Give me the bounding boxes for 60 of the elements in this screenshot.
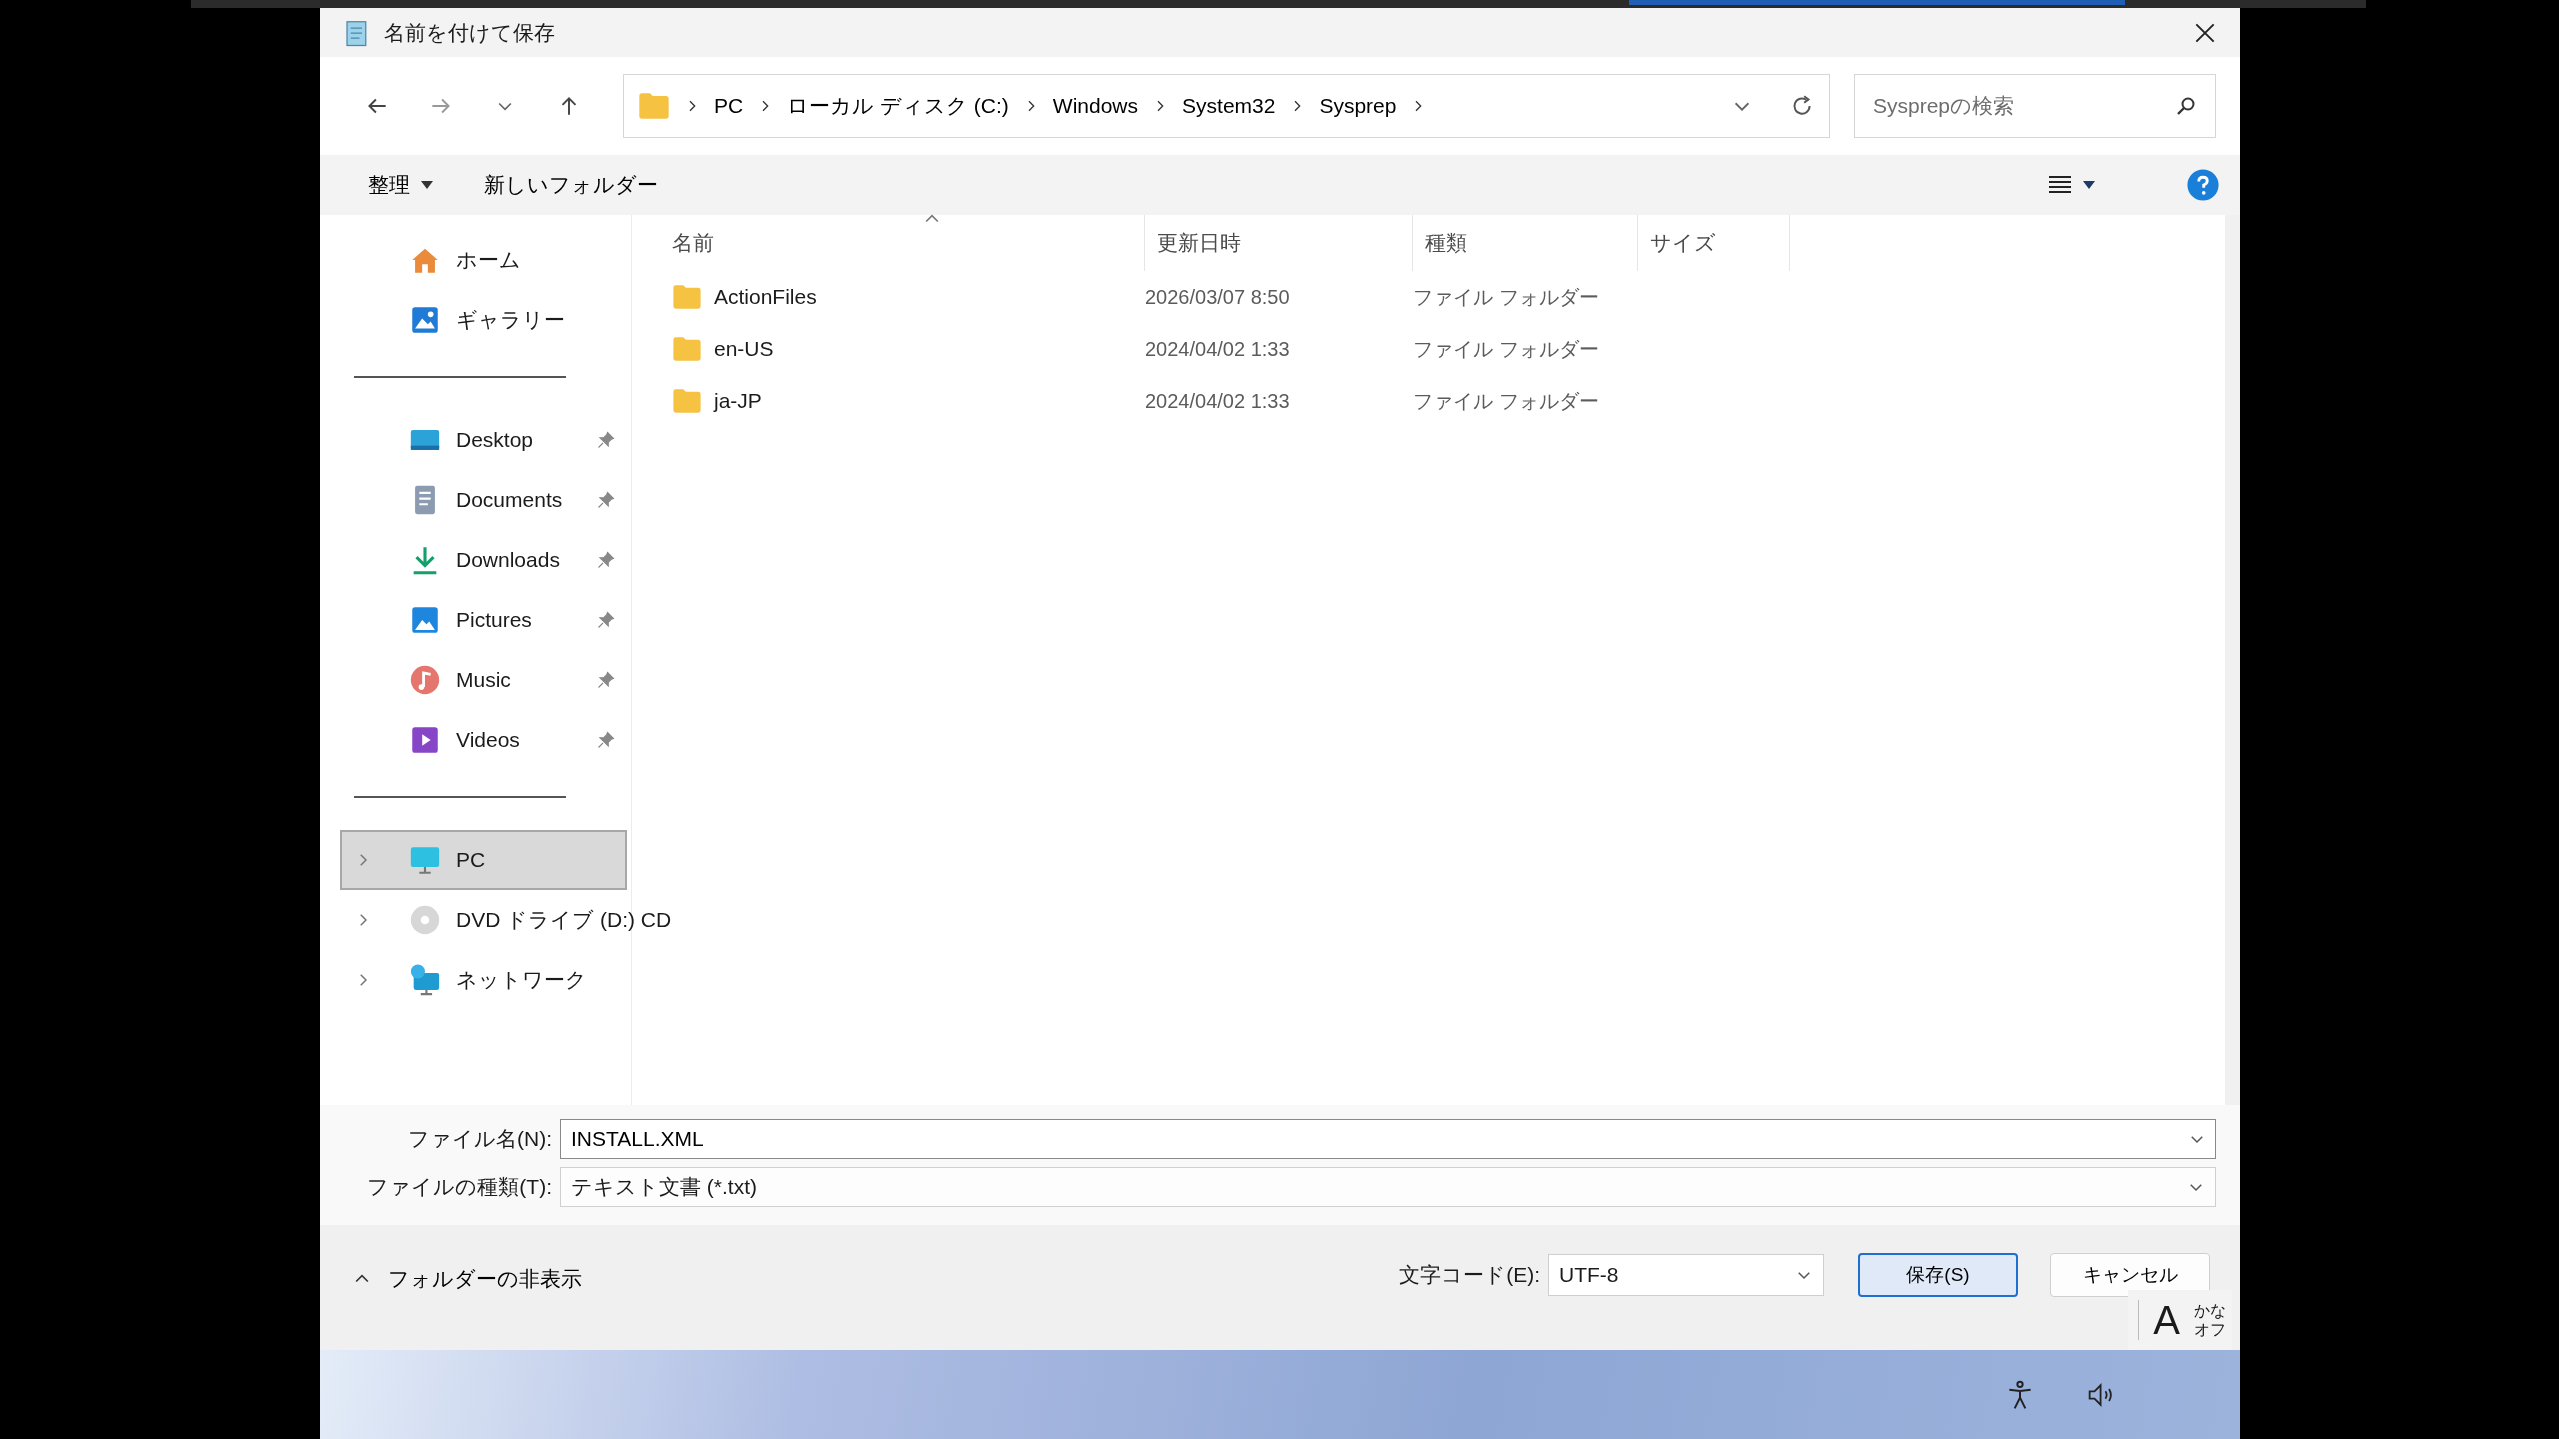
file-name-field[interactable]: INSTALL.XML: [560, 1119, 2216, 1159]
caret-icon: [2082, 180, 2096, 190]
sidebar-item[interactable]: Music: [340, 650, 627, 710]
sidebar-item[interactable]: ネットワーク: [340, 950, 627, 1010]
window-title: 名前を付けて保存: [384, 19, 555, 46]
folder-icon: [672, 284, 702, 310]
type-cell: ファイル フォルダー: [1413, 390, 1599, 412]
column-header[interactable]: 種類: [1413, 215, 1638, 271]
sidebar-item[interactable]: ホーム: [340, 230, 627, 290]
music-icon: [408, 663, 442, 697]
sidebar-item[interactable]: Desktop: [340, 410, 627, 470]
encoding-dropdown[interactable]: UTF-8: [1548, 1254, 1824, 1296]
help-button[interactable]: [2186, 168, 2220, 202]
date-cell: 2024/04/02 1:33: [1145, 390, 1290, 412]
field-label: 文字コード(E):: [1399, 1262, 1540, 1289]
breadcrumb-link[interactable]: ローカル ディスク (C:): [787, 90, 1009, 122]
column-header[interactable]: 名前: [660, 215, 1145, 271]
view-button[interactable]: [2048, 174, 2096, 196]
breadcrumb-link[interactable]: PC: [714, 90, 744, 122]
field-label: ファイルの種類(T):: [366, 1174, 553, 1201]
file-type-dropdown[interactable]: テキスト文書 (*.txt): [560, 1167, 2216, 1207]
column-header[interactable]: 更新日時: [1145, 215, 1413, 271]
list-view-icon: [2048, 174, 2072, 196]
folder-icon: [672, 388, 702, 414]
breadcrumb-link[interactable]: Windows: [1052, 90, 1139, 122]
ime-label: かな: [2194, 1300, 2226, 1320]
cancel-button[interactable]: キャンセル: [2050, 1253, 2210, 1297]
scrollbar[interactable]: [2225, 215, 2240, 1105]
new-folder-button[interactable]: 新しいフォルダー: [484, 169, 658, 201]
sidebar-item[interactable]: Videos: [340, 710, 627, 770]
disc-icon: [408, 903, 442, 937]
breadcrumb-link[interactable]: Sysprep: [1319, 90, 1397, 122]
hide-folders-button[interactable]: フォルダーの非表示: [352, 1263, 582, 1295]
sidebar-item[interactable]: DVD ドライブ (D:) CD: [340, 890, 676, 950]
help-icon: [2186, 168, 2220, 202]
breadcrumb-link[interactable]: System32: [1182, 90, 1276, 122]
sidebar-item[interactable]: PC: [340, 830, 627, 890]
file-name-cell[interactable]: ja-JP: [714, 385, 762, 417]
save-button[interactable]: 保存(S): [1858, 1253, 2018, 1297]
network-icon: [408, 963, 442, 997]
type-cell: ファイル フォルダー: [1413, 338, 1599, 360]
ime-label: オフ: [2194, 1320, 2226, 1340]
folder-icon: [638, 92, 670, 120]
folder-icon: [672, 336, 702, 362]
organize-button[interactable]: 整理: [368, 169, 434, 201]
sidebar-item[interactable]: Documents: [340, 470, 627, 530]
type-cell: ファイル フォルダー: [1413, 286, 1599, 308]
file-name-cell[interactable]: ActionFiles: [714, 281, 817, 313]
sidebar-item[interactable]: Downloads: [340, 530, 627, 590]
file-name-cell[interactable]: en-US: [714, 333, 774, 365]
search-field[interactable]: Sysprepの検索: [1854, 74, 2216, 138]
date-cell: 2024/04/02 1:33: [1145, 338, 1290, 360]
caret-icon: [420, 180, 434, 190]
ime-mode-text: A: [2138, 1300, 2180, 1340]
sidebar-item[interactable]: Pictures: [340, 590, 627, 650]
date-cell: 2026/03/07 8:50: [1145, 286, 1290, 308]
sidebar-item[interactable]: ギャラリー: [340, 290, 627, 350]
address-bar[interactable]: PC ローカル ディスク (C:) Windows System32 Sysprep: [623, 74, 1830, 138]
column-header[interactable]: サイズ: [1638, 215, 1790, 271]
field-label: ファイル名(N):: [407, 1126, 553, 1153]
